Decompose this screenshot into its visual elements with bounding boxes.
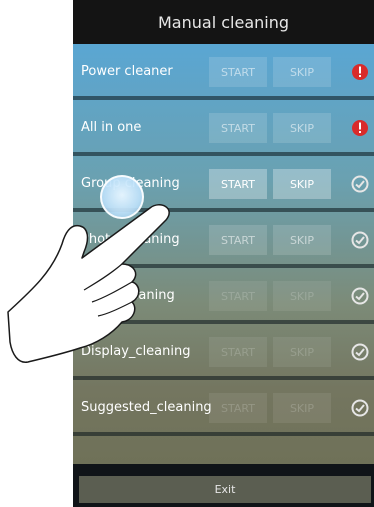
- check-icon: [351, 343, 369, 361]
- skip-button[interactable]: SKIP: [273, 337, 331, 367]
- check-icon: [351, 175, 369, 193]
- start-button[interactable]: START: [209, 225, 267, 255]
- title-bar: Manual cleaning: [73, 0, 374, 44]
- touch-indicator: [100, 175, 144, 219]
- row-label: Power cleaner: [81, 64, 173, 79]
- skip-button[interactable]: SKIP: [273, 57, 331, 87]
- row-label: Suggested_cleaning: [81, 400, 212, 415]
- page-title: Manual cleaning: [158, 12, 289, 32]
- list-item-suggested-cleaning: Suggested_cleaning START SKIP: [73, 380, 374, 436]
- start-button[interactable]: START: [209, 337, 267, 367]
- pointing-hand-icon: [7, 204, 170, 363]
- start-button[interactable]: START: [209, 393, 267, 423]
- list-item-power-cleaner: Power cleaner START SKIP: [73, 44, 374, 100]
- list-item-all-in-one: All in one START SKIP: [73, 100, 374, 156]
- exit-button[interactable]: Exit: [79, 476, 371, 503]
- check-icon: [351, 231, 369, 249]
- skip-button[interactable]: SKIP: [273, 393, 331, 423]
- check-icon: [351, 399, 369, 417]
- skip-button[interactable]: SKIP: [273, 169, 331, 199]
- skip-button[interactable]: SKIP: [273, 113, 331, 143]
- alert-icon: [352, 64, 368, 80]
- start-button[interactable]: START: [209, 169, 267, 199]
- alert-icon: [352, 120, 368, 136]
- start-button[interactable]: START: [209, 57, 267, 87]
- start-button[interactable]: START: [209, 281, 267, 311]
- skip-button[interactable]: SKIP: [273, 225, 331, 255]
- skip-button[interactable]: SKIP: [273, 281, 331, 311]
- check-icon: [351, 287, 369, 305]
- row-label: All in one: [81, 120, 142, 135]
- start-button[interactable]: START: [209, 113, 267, 143]
